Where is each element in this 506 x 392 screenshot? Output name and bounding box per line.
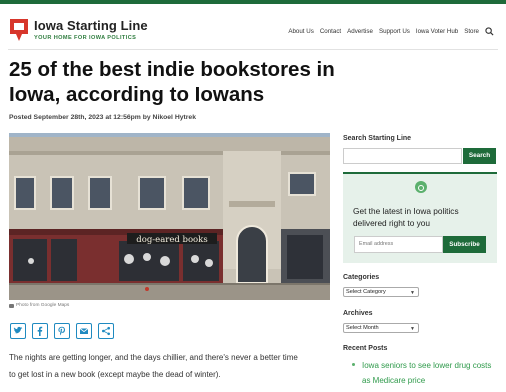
body-line: The nights are getting longer, and the d…: [9, 353, 298, 362]
site-title[interactable]: Iowa Starting Line: [34, 18, 148, 33]
main-nav: About Us Contact Advertise Support Us Io…: [288, 27, 494, 36]
site-tagline: YOUR HOME FOR IOWA POLITICS: [34, 35, 137, 41]
newsletter-email-input[interactable]: Email address: [354, 236, 443, 253]
body-line: to get lost in a new book (except maybe …: [9, 370, 221, 379]
archives-selected-value: Select Month: [346, 325, 379, 331]
sidebar-search-input[interactable]: [343, 148, 462, 164]
store-sign: dog-eared books: [136, 235, 207, 245]
categories-select[interactable]: Select Category ▼: [343, 287, 419, 297]
sidebar-search-button[interactable]: Search: [463, 148, 496, 164]
email-icon: [79, 328, 89, 334]
logo-icon[interactable]: [8, 17, 30, 43]
chevron-down-icon: ▼: [410, 290, 415, 296]
nav-store[interactable]: Store: [464, 28, 479, 35]
photo-credit-text: Photo from Google Maps: [16, 303, 70, 308]
site-header: Iowa Starting Line YOUR HOME FOR IOWA PO…: [0, 4, 506, 48]
categories-label: Categories: [343, 274, 380, 281]
share-icon: [102, 326, 110, 336]
list-bullet: [352, 363, 355, 366]
header-divider: [8, 49, 498, 50]
twitter-share-button[interactable]: [10, 323, 26, 339]
search-icon[interactable]: [485, 27, 494, 36]
nav-support-us[interactable]: Support Us: [379, 28, 410, 35]
chevron-down-icon: ▼: [410, 326, 415, 332]
email-share-button[interactable]: [76, 323, 92, 339]
newsletter-box: Get the latest in Iowa politics delivere…: [343, 172, 497, 263]
article-byline: Posted September 28th, 2023 at 12:56pm b…: [9, 114, 196, 121]
pinterest-icon: [58, 326, 65, 336]
pinterest-share-button[interactable]: [54, 323, 70, 339]
article-body: The nights are getting longer, and the d…: [9, 349, 339, 383]
search-widget-label: Search Starting Line: [343, 135, 412, 142]
nav-contact[interactable]: Contact: [320, 28, 341, 35]
nav-about-us[interactable]: About Us: [288, 28, 313, 35]
newsletter-icon: [415, 181, 427, 193]
subscribe-button[interactable]: Subscribe: [443, 236, 486, 253]
newsletter-heading: Get the latest in Iowa politics delivere…: [353, 206, 459, 228]
share-bar: [10, 323, 114, 339]
nav-iowa-voter-hub[interactable]: Iowa Voter Hub: [416, 28, 458, 35]
article-headline: 25 of the best indie bookstores in Iowa,…: [9, 58, 335, 106]
archives-label: Archives: [343, 310, 373, 317]
facebook-icon: [37, 326, 43, 336]
twitter-icon: [13, 326, 23, 334]
facebook-share-button[interactable]: [32, 323, 48, 339]
camera-icon: [9, 303, 14, 308]
categories-selected-value: Select Category: [346, 289, 386, 295]
archives-select[interactable]: Select Month ▼: [343, 323, 419, 333]
more-share-button[interactable]: [98, 323, 114, 339]
nav-advertise[interactable]: Advertise: [347, 28, 373, 35]
recent-posts-label: Recent Posts: [343, 345, 388, 352]
recent-post-link[interactable]: Iowa seniors to see lower drug costs as …: [362, 358, 492, 388]
article-hero-image: dog-eared books: [9, 133, 330, 300]
photo-credit: Photo from Google Maps: [9, 303, 69, 308]
